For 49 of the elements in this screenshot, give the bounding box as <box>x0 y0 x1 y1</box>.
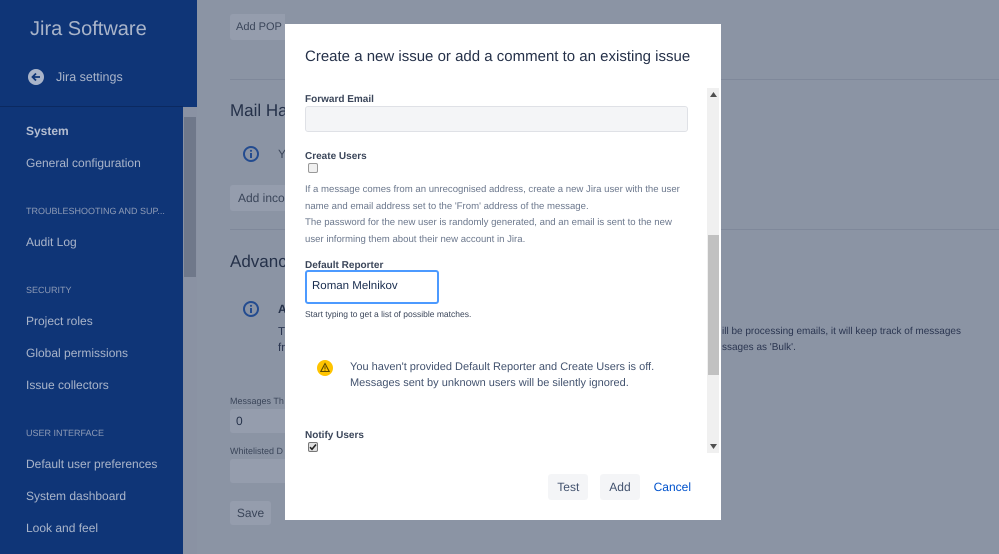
warning-icon <box>317 360 333 376</box>
checkbox[interactable] <box>308 163 318 173</box>
info-text: T <box>278 326 286 338</box>
sidebar-item[interactable]: Project roles <box>26 305 183 337</box>
category-heading: SECURITY <box>26 284 73 297</box>
cancel-link[interactable]: Cancel <box>652 478 693 496</box>
dialog-button[interactable]: Add <box>600 474 640 500</box>
help-text: If a message comes from an unrecognised address, create a new Jira user with the user name and email address set to the 'From' address of the message. <box>305 183 681 214</box>
add-pop-button[interactable]: Add POP <box>230 14 285 40</box>
info-text: ill be processing emails, it will keep track of messages <box>722 324 961 338</box>
field-label: Forward Email <box>305 93 375 106</box>
help-text: The password for the new user is randomly generated, and an email is sent to the new user informing them about their new account in Jira. <box>305 216 673 246</box>
section-heading: Advanc <box>230 251 287 273</box>
info-text: ssages as 'Bulk'. <box>722 340 796 354</box>
field-label: Default Reporter <box>305 259 384 270</box>
text-field[interactable] <box>230 459 285 483</box>
info-icon <box>243 301 259 317</box>
app-title: Jira Software <box>29 17 148 42</box>
warning-message: You haven't provided Default Reporter and Create Users is off. Messages sent by unknown users will be silently ignored. <box>350 360 656 391</box>
dialog-title: Create a new issue or add a comment to an existing issue <box>305 47 690 67</box>
info-icon <box>243 146 259 162</box>
dialog-button[interactable]: Test <box>548 474 588 500</box>
add-incoming-button[interactable]: Add inco <box>230 185 285 211</box>
scrollbar-thumb[interactable] <box>708 235 718 375</box>
sidebar-item[interactable]: General configuration <box>26 147 183 179</box>
field-label: Whitelisted D <box>230 445 284 458</box>
field-label: Messages Th <box>230 395 284 408</box>
sidebar-item[interactable]: Default user preferences <box>26 448 183 480</box>
checkbox[interactable] <box>308 442 318 452</box>
sidebar-item[interactable]: System dashboard <box>26 480 183 512</box>
save-button[interactable]: Save <box>230 501 271 525</box>
scroll-down-icon[interactable] <box>710 444 716 449</box>
field-label: Notify Users <box>305 428 365 441</box>
text-field[interactable] <box>305 106 688 132</box>
section-title: System <box>26 123 70 140</box>
user-picker-field[interactable]: Roman Melnikov <box>305 270 439 304</box>
category-heading: USER INTERFACE <box>26 426 106 440</box>
sidebar-item[interactable]: Look and feel <box>26 512 183 544</box>
sidebar-item[interactable]: Audit Log <box>26 226 183 258</box>
scroll-up-icon[interactable] <box>710 92 716 97</box>
info-text: Y <box>278 146 286 163</box>
sidebar-item[interactable]: Issue collectors <box>26 369 183 401</box>
field-label: Create Users <box>305 150 368 162</box>
category-heading: TROUBLESHOOTING AND SUP... <box>26 204 166 218</box>
number-field[interactable]: 0 <box>230 409 285 433</box>
sidebar-item[interactable]: Global permissions <box>26 337 183 369</box>
info-text: fr <box>278 342 286 354</box>
back-link[interactable]: Jira settings <box>56 68 123 86</box>
help-text: Start typing to get a list of possible matches. <box>305 308 472 321</box>
